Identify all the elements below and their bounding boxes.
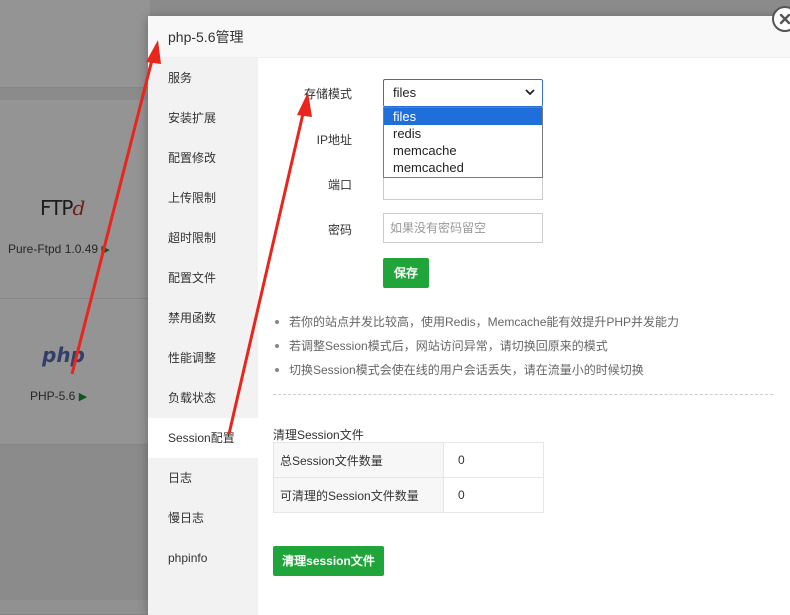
php-manage-dialog: php-5.6管理 服务 安装扩展 配置修改 上传限制 超时限制 配置文件 禁用… [148, 16, 790, 615]
table-row: 总Session文件数量 0 [273, 442, 544, 478]
dialog-sidebar: 服务 安装扩展 配置修改 上传限制 超时限制 配置文件 禁用函数 性能调整 负载… [148, 58, 258, 615]
sidebar-item-phpinfo[interactable]: phpinfo [148, 538, 258, 578]
sidebar-item-config-file[interactable]: 配置文件 [148, 258, 258, 298]
dropdown-option-redis[interactable]: redis [384, 125, 542, 142]
close-icon [779, 13, 790, 25]
sidebar-item-service[interactable]: 服务 [148, 58, 258, 98]
session-config-panel: 存储模式 files files redis memcache memcache… [258, 58, 790, 615]
session-section-title: 清理Session文件 [273, 428, 364, 442]
sidebar-item-load-status[interactable]: 负载状态 [148, 378, 258, 418]
sidebar-item-timeout-limit[interactable]: 超时限制 [148, 218, 258, 258]
ip-address-label: IP地址 [316, 133, 352, 147]
sidebar-item-disabled-functions[interactable]: 禁用函数 [148, 298, 258, 338]
sidebar-item-install-extension[interactable]: 安装扩展 [148, 98, 258, 138]
chevron-down-icon [525, 89, 535, 96]
password-input[interactable]: 如果没有密码留空 [383, 213, 543, 243]
storage-mode-label: 存储模式 [303, 87, 352, 101]
storage-mode-select[interactable]: files [383, 79, 543, 107]
save-button[interactable]: 保存 [383, 258, 429, 288]
password-label: 密码 [327, 223, 352, 237]
dropdown-option-memcached[interactable]: memcached [384, 159, 542, 176]
sidebar-item-log[interactable]: 日志 [148, 458, 258, 498]
divider [273, 394, 773, 395]
tip-item: 若调整Session模式后，网站访问异常，请切换回原来的模式 [272, 336, 679, 360]
dropdown-option-files[interactable]: files [384, 108, 542, 125]
tips-list: 若你的站点并发比较高，使用Redis，Memcache能有效提升PHP并发能力 … [272, 312, 679, 384]
port-label: 端口 [327, 178, 352, 192]
table-cell-value: 0 [443, 442, 544, 478]
clean-session-button[interactable]: 清理session文件 [273, 546, 384, 576]
sidebar-item-config-edit[interactable]: 配置修改 [148, 138, 258, 178]
sidebar-item-performance[interactable]: 性能调整 [148, 338, 258, 378]
dialog-title: php-5.6管理 [148, 16, 790, 58]
table-cell-key: 总Session文件数量 [273, 442, 444, 478]
table-cell-value: 0 [443, 477, 544, 513]
table-cell-key: 可清理的Session文件数量 [273, 477, 444, 513]
sidebar-item-upload-limit[interactable]: 上传限制 [148, 178, 258, 218]
storage-mode-dropdown: files redis memcache memcached [383, 107, 543, 178]
table-row: 可清理的Session文件数量 0 [273, 477, 544, 513]
sidebar-item-session-config[interactable]: Session配置 [148, 418, 258, 458]
sidebar-item-slow-log[interactable]: 慢日志 [148, 498, 258, 538]
tip-item: 切换Session模式会使在线的用户会话丢失，请在流量小的时候切换 [272, 360, 679, 384]
session-stats-table: 总Session文件数量 0 可清理的Session文件数量 0 [273, 442, 544, 513]
tip-item: 若你的站点并发比较高，使用Redis，Memcache能有效提升PHP并发能力 [272, 312, 679, 336]
dropdown-option-memcache[interactable]: memcache [384, 142, 542, 159]
